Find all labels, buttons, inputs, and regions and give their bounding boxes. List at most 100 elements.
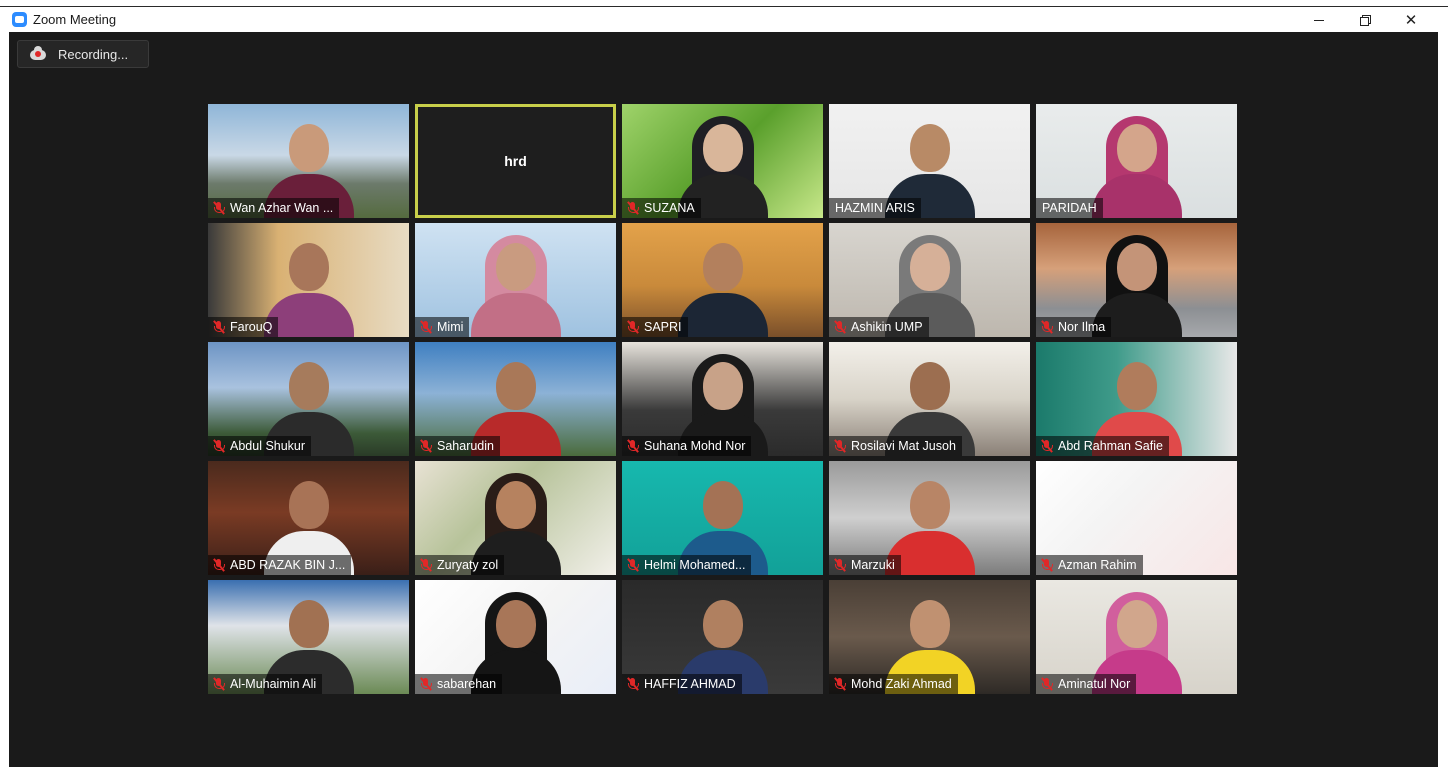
participant-name: PARIDAH: [1042, 201, 1097, 215]
participant-name: Azman Rahim: [1058, 558, 1137, 572]
participant-tile[interactable]: PARIDAH: [1036, 104, 1237, 218]
participant-tile[interactable]: Zuryaty zol: [415, 461, 616, 575]
participant-tile[interactable]: Wan Azhar Wan ...: [208, 104, 409, 218]
participant-tile[interactable]: Suhana Mohd Nor: [622, 342, 823, 456]
participant-name: Zuryaty zol: [437, 558, 499, 572]
participant-tile[interactable]: Saharudin: [415, 342, 616, 456]
participant-tile[interactable]: Mimi: [415, 223, 616, 337]
participant-tile[interactable]: Marzuki: [829, 461, 1030, 575]
muted-mic-icon: [626, 201, 640, 215]
cloud-record-icon: [30, 46, 46, 60]
name-label-bar: Zuryaty zol: [415, 555, 505, 575]
participant-name: FarouQ: [230, 320, 273, 334]
name-label-bar: Abdul Shukur: [208, 436, 312, 456]
participant-tile[interactable]: Abd Rahman Safie: [1036, 342, 1237, 456]
name-label-bar: FarouQ: [208, 317, 279, 337]
name-label-bar: PARIDAH: [1036, 198, 1103, 218]
muted-mic-icon: [419, 558, 433, 572]
close-button[interactable]: ✕: [1388, 7, 1434, 33]
participant-name: Abd Rahman Safie: [1058, 439, 1163, 453]
muted-mic-icon: [833, 439, 847, 453]
muted-mic-icon: [833, 320, 847, 334]
participant-name: ABD RAZAK BIN J...: [230, 558, 346, 572]
restore-icon: [1360, 15, 1371, 26]
recording-indicator[interactable]: Recording...: [17, 40, 149, 68]
muted-mic-icon: [626, 558, 640, 572]
participant-name: SAPRI: [644, 320, 682, 334]
participant-tile[interactable]: Aminatul Nor: [1036, 580, 1237, 694]
participant-name: Aminatul Nor: [1058, 677, 1131, 691]
name-label-bar: Helmi Mohamed...: [622, 555, 752, 575]
participant-tile[interactable]: Al-Muhaimin Ali: [208, 580, 409, 694]
participant-tile[interactable]: SAPRI: [622, 223, 823, 337]
name-label-bar: Abd Rahman Safie: [1036, 436, 1169, 456]
restore-button[interactable]: [1342, 7, 1388, 33]
name-label-bar: Al-Muhaimin Ali: [208, 674, 323, 694]
participant-tile[interactable]: Abdul Shukur: [208, 342, 409, 456]
participant-tile[interactable]: HAFFIZ AHMAD: [622, 580, 823, 694]
participant-tile[interactable]: FarouQ: [208, 223, 409, 337]
window-title: Zoom Meeting: [33, 12, 117, 27]
muted-mic-icon: [626, 677, 640, 691]
participant-tile[interactable]: Helmi Mohamed...: [622, 461, 823, 575]
muted-mic-icon: [419, 677, 433, 691]
muted-mic-icon: [833, 677, 847, 691]
participant-tile[interactable]: Mohd Zaki Ahmad: [829, 580, 1030, 694]
zoom-app-icon: [12, 12, 27, 27]
name-label-bar: Saharudin: [415, 436, 500, 456]
muted-mic-icon: [212, 558, 226, 572]
participant-name: Ashikin UMP: [851, 320, 923, 334]
meeting-stage: Recording... Wan Azhar Wan ... hrd SUZANA H…: [9, 32, 1438, 767]
participant-name: Mohd Zaki Ahmad: [851, 677, 952, 691]
participant-name: Suhana Mohd Nor: [644, 439, 746, 453]
participant-tile[interactable]: SUZANA: [622, 104, 823, 218]
participant-name: Wan Azhar Wan ...: [230, 201, 334, 215]
participant-name: HAZMIN ARIS: [835, 201, 915, 215]
participant-name: SUZANA: [644, 201, 695, 215]
participant-tile[interactable]: hrd: [415, 104, 616, 218]
participant-name: Abdul Shukur: [230, 439, 306, 453]
title-bar: Zoom Meeting ✕: [0, 6, 1448, 33]
minimize-button[interactable]: [1296, 7, 1342, 33]
minimize-icon: [1314, 19, 1324, 21]
participant-name: HAFFIZ AHMAD: [644, 677, 736, 691]
muted-mic-icon: [212, 677, 226, 691]
muted-mic-icon: [626, 439, 640, 453]
close-icon: ✕: [1404, 12, 1418, 29]
name-label-bar: Wan Azhar Wan ...: [208, 198, 340, 218]
participant-name: Helmi Mohamed...: [644, 558, 746, 572]
participant-name: Nor Ilma: [1058, 320, 1106, 334]
name-label-bar: HAFFIZ AHMAD: [622, 674, 742, 694]
muted-mic-icon: [212, 320, 226, 334]
participant-tile[interactable]: sabarehan: [415, 580, 616, 694]
participant-video: [1091, 114, 1182, 218]
zoom-window: Zoom Meeting ✕ Recording... Wan Azhar Wa…: [0, 0, 1448, 767]
recording-label: Recording...: [58, 46, 129, 62]
muted-mic-icon: [1040, 320, 1054, 334]
gallery-grid: Wan Azhar Wan ... hrd SUZANA HAZMIN ARIS PAR…: [208, 104, 1240, 696]
name-label-bar: Mohd Zaki Ahmad: [829, 674, 958, 694]
participant-tile[interactable]: Ashikin UMP: [829, 223, 1030, 337]
name-label-bar: HAZMIN ARIS: [829, 198, 921, 218]
name-label-bar: Nor Ilma: [1036, 317, 1112, 337]
participant-name: sabarehan: [437, 677, 497, 691]
participant-name: Saharudin: [437, 439, 494, 453]
participant-name: Marzuki: [851, 558, 895, 572]
participant-video: [677, 233, 768, 337]
name-label-bar: Suhana Mohd Nor: [622, 436, 752, 456]
participant-tile[interactable]: Rosilavi Mat Jusoh: [829, 342, 1030, 456]
participant-tile[interactable]: Azman Rahim: [1036, 461, 1237, 575]
name-label-bar: SAPRI: [622, 317, 688, 337]
name-label-bar: ABD RAZAK BIN J...: [208, 555, 352, 575]
name-label-bar: Aminatul Nor: [1036, 674, 1137, 694]
muted-mic-icon: [212, 201, 226, 215]
muted-mic-icon: [833, 558, 847, 572]
participant-name: Al-Muhaimin Ali: [230, 677, 317, 691]
participant-tile[interactable]: ABD RAZAK BIN J...: [208, 461, 409, 575]
participant-name: hrd: [504, 153, 527, 169]
muted-mic-icon: [419, 439, 433, 453]
participant-tile[interactable]: HAZMIN ARIS: [829, 104, 1030, 218]
participant-video: [470, 233, 561, 337]
participant-tile[interactable]: Nor Ilma: [1036, 223, 1237, 337]
name-label-bar: Marzuki: [829, 555, 901, 575]
